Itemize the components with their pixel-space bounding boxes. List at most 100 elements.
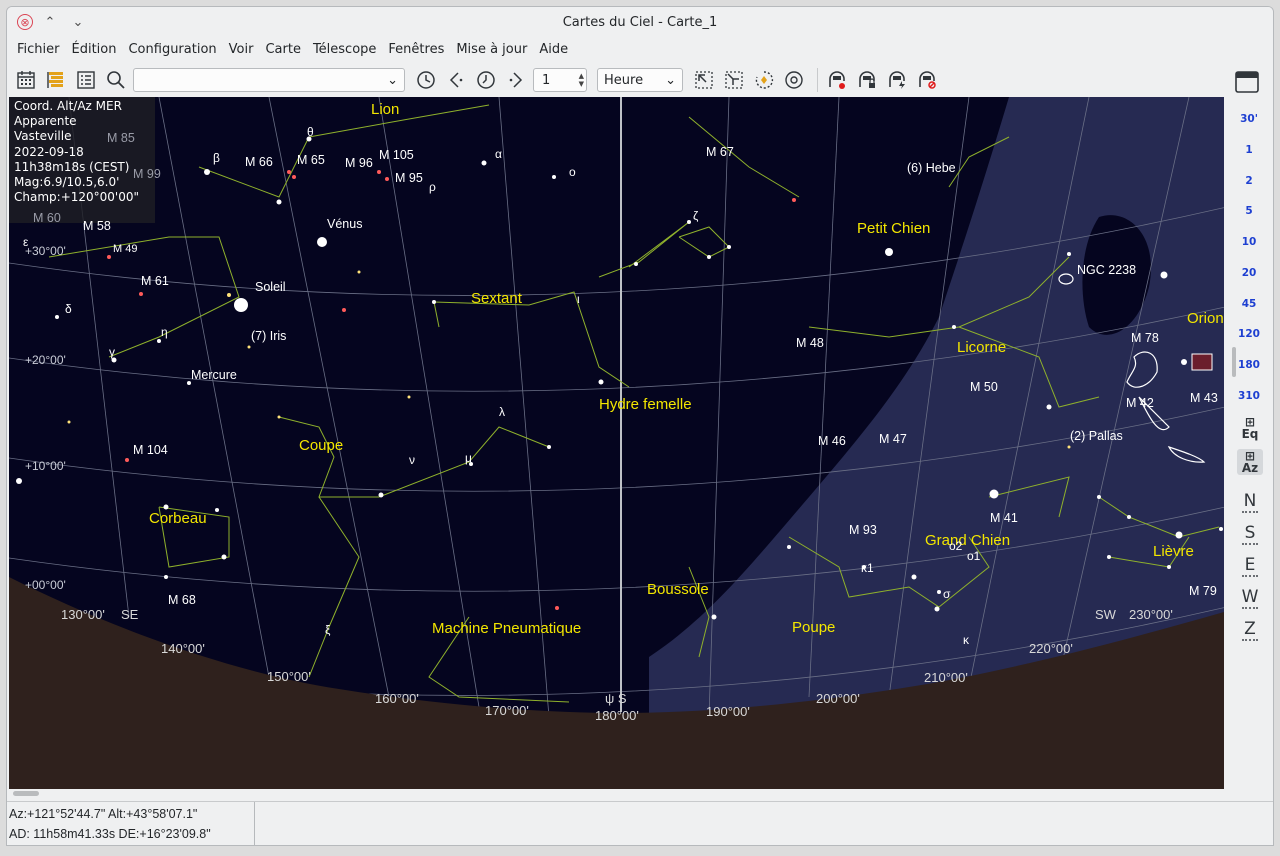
telescope-connect-icon[interactable] <box>824 67 850 93</box>
object-label[interactable]: (7) Iris <box>251 329 286 343</box>
telescope-lock-icon[interactable] <box>854 67 880 93</box>
telescope-abort-icon[interactable] <box>914 67 940 93</box>
telescope-sync-icon[interactable] <box>884 67 910 93</box>
constellation-label[interactable]: Grand Chien <box>925 532 1010 549</box>
menu-edition[interactable]: Édition <box>66 40 123 59</box>
vertical-scrollbar[interactable] <box>1232 347 1236 377</box>
minimize-icon[interactable]: ⌃ <box>39 11 61 33</box>
object-label[interactable]: NGC 2238 <box>1077 263 1136 277</box>
list-icon[interactable] <box>43 67 69 93</box>
now-icon[interactable] <box>473 67 499 93</box>
menu-mise-a-jour[interactable]: Mise à jour <box>450 40 533 59</box>
zoom-level-30min[interactable]: 30' <box>1233 113 1265 125</box>
zoom-level-45[interactable]: 45 <box>1233 298 1265 310</box>
object-label[interactable]: M 95 <box>395 171 423 185</box>
zoom-level-180[interactable]: 180 <box>1233 359 1265 371</box>
object-label[interactable]: M 68 <box>168 593 196 607</box>
constellation-label[interactable]: Lièvre <box>1153 543 1194 560</box>
object-label[interactable]: M 67 <box>706 145 734 159</box>
object-label[interactable]: M 105 <box>379 148 414 162</box>
search-icon[interactable] <box>103 67 129 93</box>
object-label[interactable]: M 99 <box>133 167 161 181</box>
object-label[interactable]: M 48 <box>796 336 824 350</box>
sky-chart[interactable]: Coord. Alt/Az MER Apparente Vasteville 2… <box>9 97 1224 789</box>
constellation-label[interactable]: Hydre femelle <box>599 396 692 413</box>
view-east-button[interactable]: E <box>1237 555 1263 577</box>
view-north-button[interactable]: N <box>1237 491 1263 513</box>
constellation-label[interactable]: Licorne <box>957 339 1006 356</box>
search-input[interactable]: ⌄ <box>133 68 405 92</box>
maximize-icon[interactable]: ⌄ <box>67 11 89 33</box>
object-label[interactable]: M 66 <box>245 155 273 169</box>
constellation-label[interactable]: Coupe <box>299 437 343 454</box>
time-step-stepper[interactable]: 1 ▲ ▼ <box>533 68 587 92</box>
constellation-label[interactable]: Machine Pneumatique <box>432 620 581 637</box>
menu-configuration[interactable]: Configuration <box>122 40 222 59</box>
constellation-label[interactable]: Poupe <box>792 619 835 636</box>
step-forward-icon[interactable] <box>503 67 529 93</box>
object-label[interactable]: Vénus <box>327 217 362 231</box>
zoom-level-1[interactable]: 1 <box>1233 144 1265 156</box>
object-label[interactable]: M 79 <box>1189 584 1217 598</box>
object-label[interactable]: M 50 <box>970 380 998 394</box>
object-label[interactable]: M 46 <box>818 434 846 448</box>
menu-aide[interactable]: Aide <box>533 40 574 59</box>
zoom-level-10[interactable]: 10 <box>1233 236 1265 248</box>
object-label[interactable]: (2) Pallas <box>1070 429 1123 443</box>
object-label[interactable]: M 61 <box>141 274 169 288</box>
constellation-label[interactable]: Sextant <box>471 290 522 307</box>
rotate-icon[interactable] <box>751 67 777 93</box>
constellation-label[interactable]: Petit Chien <box>857 220 930 237</box>
view-south-button[interactable]: S <box>1237 523 1263 545</box>
object-label[interactable]: M 65 <box>297 153 325 167</box>
stepper-arrows-icon[interactable]: ▲ ▼ <box>579 72 584 88</box>
object-label[interactable]: M 60 <box>33 211 61 225</box>
scrollbar-thumb[interactable] <box>13 791 39 796</box>
zoom-level-310[interactable]: 310 <box>1233 390 1265 402</box>
menu-voir[interactable]: Voir <box>223 40 260 59</box>
object-label[interactable]: M 58 <box>83 219 111 233</box>
object-label[interactable]: (6) Hebe <box>907 161 956 175</box>
horizontal-scrollbar[interactable] <box>9 789 1224 799</box>
object-label[interactable]: M 47 <box>879 432 907 446</box>
calendar-icon[interactable] <box>13 67 39 93</box>
object-label[interactable]: M 93 <box>849 523 877 537</box>
details-icon[interactable] <box>73 67 99 93</box>
zoom-out-icon[interactable] <box>721 67 747 93</box>
menu-fenetres[interactable]: Fenêtres <box>382 40 450 59</box>
equatorial-grid-icon[interactable]: ⊞ Eq <box>1237 415 1263 441</box>
constellation-label[interactable]: Lion <box>371 101 399 118</box>
object-label[interactable]: M 41 <box>990 511 1018 525</box>
view-zenith-button[interactable]: Z <box>1237 619 1263 641</box>
center-icon[interactable] <box>781 67 807 93</box>
grid-label: +10°00' <box>25 459 66 473</box>
zoom-level-20[interactable]: 20 <box>1233 267 1265 279</box>
menu-telescope[interactable]: Télescope <box>307 40 382 59</box>
zoom-in-icon[interactable] <box>691 67 717 93</box>
menu-fichier[interactable]: Fichier <box>11 40 66 59</box>
close-icon[interactable]: ⊗ <box>17 14 33 30</box>
object-label[interactable]: M 42 <box>1126 396 1154 410</box>
layout-icon[interactable] <box>1235 71 1259 93</box>
object-label[interactable]: M 85 <box>107 131 135 145</box>
object-label[interactable]: M 43 <box>1190 391 1218 405</box>
object-label[interactable]: Mercure <box>191 368 237 382</box>
object-label[interactable]: M 96 <box>345 156 373 170</box>
menu-carte[interactable]: Carte <box>259 40 306 59</box>
info-line: Apparente <box>14 114 77 129</box>
constellation-label[interactable]: Corbeau <box>149 510 207 527</box>
object-label[interactable]: M 49 <box>113 243 137 255</box>
object-label[interactable]: Soleil <box>255 280 286 294</box>
object-label[interactable]: M 78 <box>1131 331 1159 345</box>
time-unit-select[interactable]: Heure ⌄ <box>597 68 683 92</box>
step-back-icon[interactable] <box>443 67 469 93</box>
zoom-level-120[interactable]: 120 <box>1233 328 1265 340</box>
zoom-level-2[interactable]: 2 <box>1233 175 1265 187</box>
object-label[interactable]: M 104 <box>133 443 168 457</box>
constellation-label[interactable]: Orion <box>1187 310 1224 327</box>
zoom-level-5[interactable]: 5 <box>1233 205 1265 217</box>
clock-icon[interactable] <box>413 67 439 93</box>
altaz-grid-icon[interactable]: ⊞ Az <box>1237 449 1263 475</box>
constellation-label[interactable]: Boussole <box>647 581 709 598</box>
view-west-button[interactable]: W <box>1237 587 1263 609</box>
